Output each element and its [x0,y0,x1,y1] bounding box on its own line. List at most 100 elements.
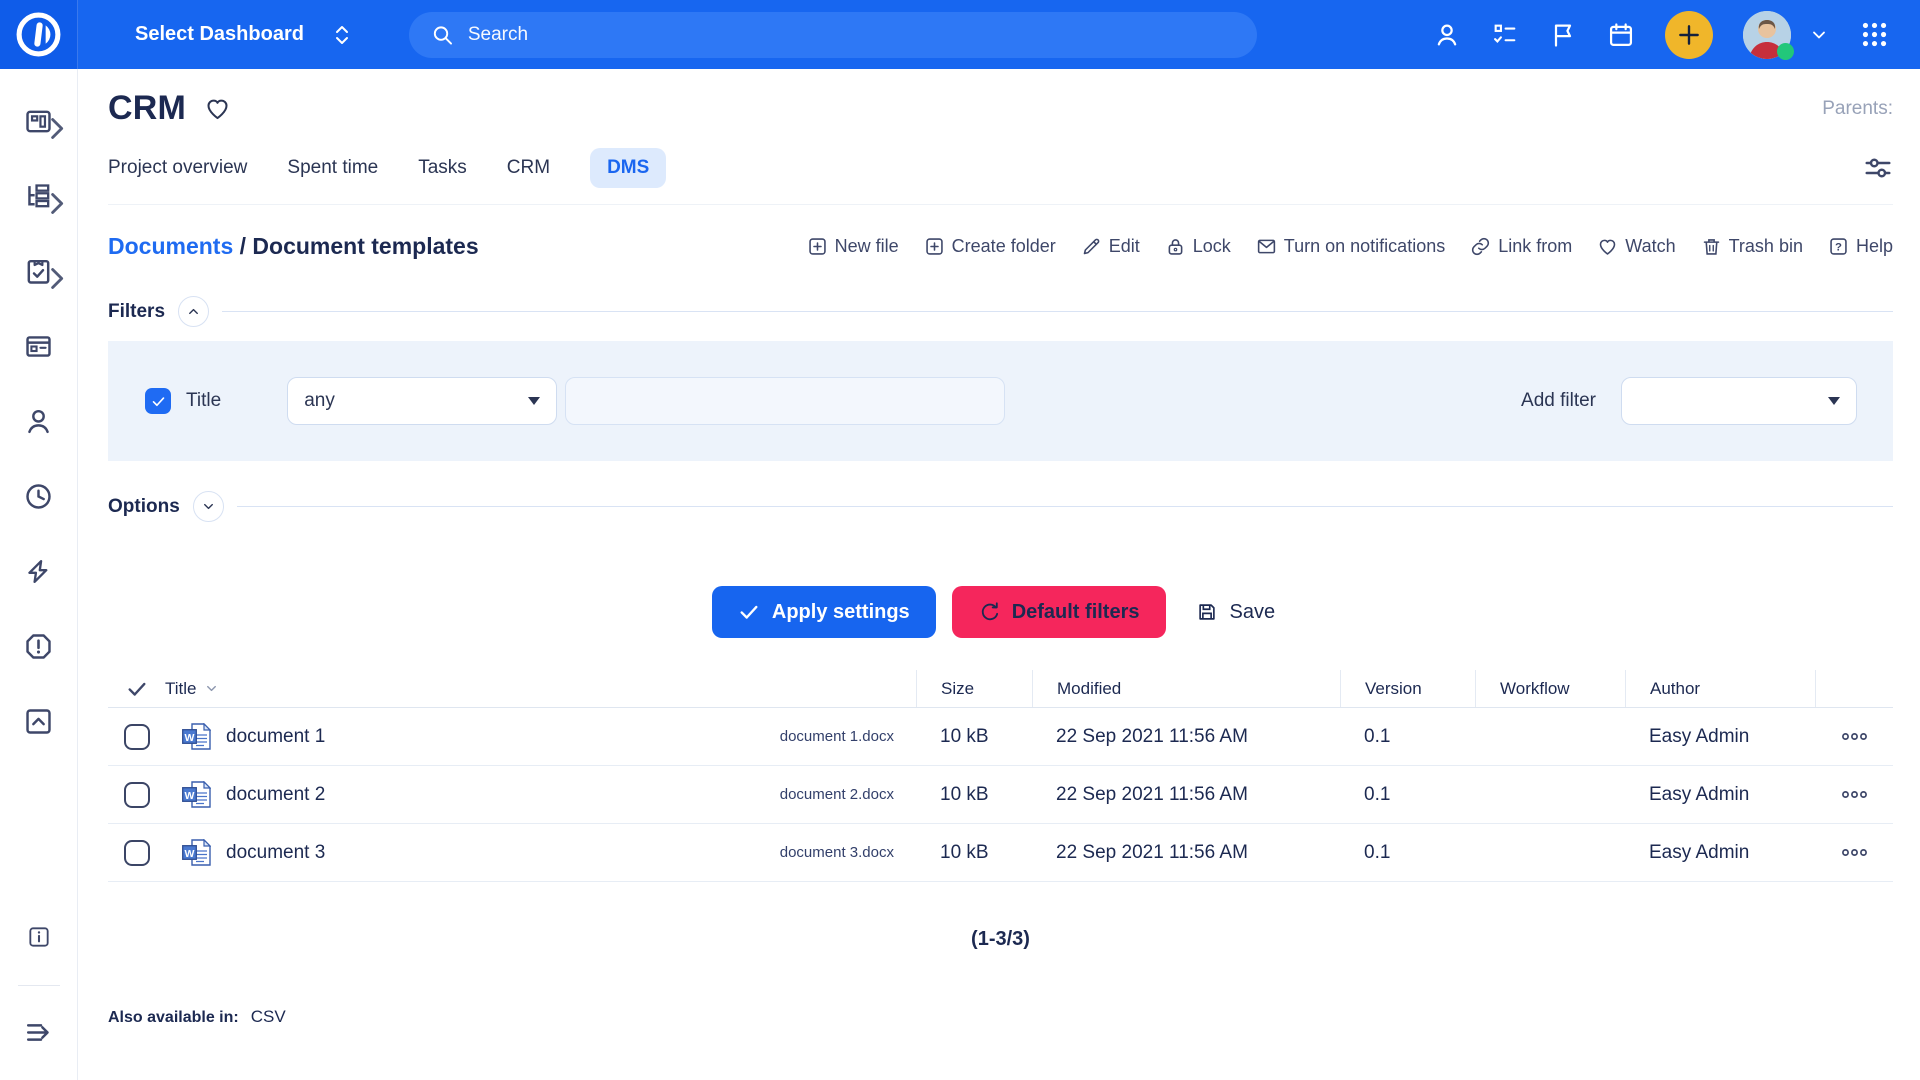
operator-value: any [304,390,335,412]
breadcrumb-documents-link[interactable]: Documents [108,233,233,259]
chevron-up-square-icon [23,706,54,737]
sidebar-item-upgrade[interactable] [0,699,78,743]
csv-export-link[interactable]: CSV [251,1007,286,1027]
section-divider [237,506,1893,507]
tab-tasks[interactable]: Tasks [418,148,467,188]
app-logo[interactable] [0,0,78,69]
check-icon [151,394,166,409]
sidebar-item-time[interactable] [0,474,78,518]
pagination-info: (1-3/3) [108,928,1893,951]
main-content: CRM Parents: Project overview Spent time… [78,0,1920,1027]
document-filename[interactable]: document 2.docx [780,786,916,803]
help-button[interactable]: Help [1828,236,1893,257]
left-sidebar [0,69,78,1080]
select-dashboard-button[interactable]: Select Dashboard [135,23,354,47]
turn-on-notifications-button[interactable]: Turn on notifications [1256,236,1445,257]
column-author[interactable]: Author [1625,670,1815,707]
document-filename[interactable]: document 1.docx [780,728,916,745]
sidebar-divider [18,985,60,986]
sidebar-collapse-toggle[interactable] [0,1010,78,1054]
title-filter-label: Title [186,390,221,412]
online-status-dot [1777,43,1794,60]
new-file-button[interactable]: New file [807,236,899,257]
title-filter-value-input[interactable] [565,377,1005,425]
save-button[interactable]: Save [1182,586,1290,638]
parents-label: Parents: [1822,98,1893,120]
apply-settings-button[interactable]: Apply settings [712,586,936,638]
trash-bin-button[interactable]: Trash bin [1701,236,1803,257]
top-navbar: Select Dashboard [0,0,1920,69]
edit-button[interactable]: Edit [1081,236,1140,257]
tab-dms[interactable]: DMS [590,148,666,188]
row-checkbox[interactable] [124,782,150,808]
calendar-icon[interactable] [1607,21,1635,49]
document-title-link[interactable]: document 1 [226,726,325,748]
tab-spent-time[interactable]: Spent time [287,148,378,188]
global-search[interactable] [409,12,1257,58]
sort-chevron-down-icon [204,681,219,696]
row-checkbox[interactable] [124,840,150,866]
sidebar-item-tasks[interactable] [0,249,78,293]
default-filters-button[interactable]: Default filters [952,586,1166,638]
documents-table: Title Size Modified Version Workflow Aut… [108,670,1893,882]
tasks-checklist-icon[interactable] [1491,21,1519,49]
project-tabs: Project overview Spent time Tasks CRM DM… [108,148,1893,205]
column-size[interactable]: Size [916,670,1032,707]
document-title-link[interactable]: document 3 [226,842,325,864]
document-modified: 22 Sep 2021 11:56 AM [1032,784,1340,806]
sidebar-item-alerts[interactable] [0,624,78,668]
plus-square-icon [807,236,828,257]
profile-icon[interactable] [1433,21,1461,49]
envelope-icon [1256,236,1277,257]
row-actions-menu-icon[interactable] [1841,789,1868,800]
user-avatar[interactable] [1743,11,1791,59]
select-all-header[interactable] [108,670,165,707]
tab-crm[interactable]: CRM [507,148,550,188]
sidebar-item-quick-actions[interactable] [0,549,78,593]
lock-button[interactable]: Lock [1165,236,1231,257]
column-workflow[interactable]: Workflow [1475,670,1625,707]
filters-collapse-toggle[interactable] [178,296,209,327]
sidebar-item-dashboards[interactable] [0,99,78,143]
table-row: document 1 document 1.docx 10 kB 22 Sep … [108,708,1893,766]
table-header-row: Title Size Modified Version Workflow Aut… [108,670,1893,708]
document-size: 10 kB [916,784,1032,806]
document-filename[interactable]: document 3.docx [780,844,916,861]
section-divider [222,311,1893,312]
sidebar-item-info[interactable] [0,915,78,959]
search-input[interactable] [468,24,1235,46]
heart-icon [1597,236,1618,257]
chevron-up-down-icon [330,23,354,47]
link-from-button[interactable]: Link from [1470,236,1572,257]
add-filter-select[interactable] [1621,377,1857,425]
clock-icon [23,481,54,512]
document-author: Easy Admin [1625,842,1815,864]
column-version[interactable]: Version [1340,670,1475,707]
column-title[interactable]: Title [165,670,916,707]
quick-add-button[interactable] [1665,11,1713,59]
sidebar-item-users[interactable] [0,399,78,443]
document-title-link[interactable]: document 2 [226,784,325,806]
sidebar-item-projects[interactable] [0,174,78,218]
favorite-heart-icon[interactable] [204,95,231,122]
filters-panel: Title any Add filter [108,341,1893,461]
title-operator-select[interactable]: any [287,377,557,425]
watch-button[interactable]: Watch [1597,236,1675,257]
flag-icon[interactable] [1549,21,1577,49]
row-actions-menu-icon[interactable] [1841,731,1868,742]
tab-project-overview[interactable]: Project overview [108,148,247,188]
options-collapse-toggle[interactable] [193,491,224,522]
sidebar-item-boards[interactable] [0,324,78,368]
page-settings-sliders-icon[interactable] [1863,153,1893,183]
row-actions-menu-icon[interactable] [1841,847,1868,858]
column-modified[interactable]: Modified [1032,670,1340,707]
apps-grid-icon[interactable] [1859,19,1890,50]
document-modified: 22 Sep 2021 11:56 AM [1032,842,1340,864]
word-document-icon [182,723,211,750]
account-menu-chevron-icon[interactable] [1809,25,1829,45]
row-checkbox[interactable] [124,724,150,750]
title-filter-checkbox[interactable] [145,388,171,414]
caret-down-icon [1828,397,1840,405]
create-folder-button[interactable]: Create folder [924,236,1056,257]
project-header: CRM Parents: [108,89,1893,128]
